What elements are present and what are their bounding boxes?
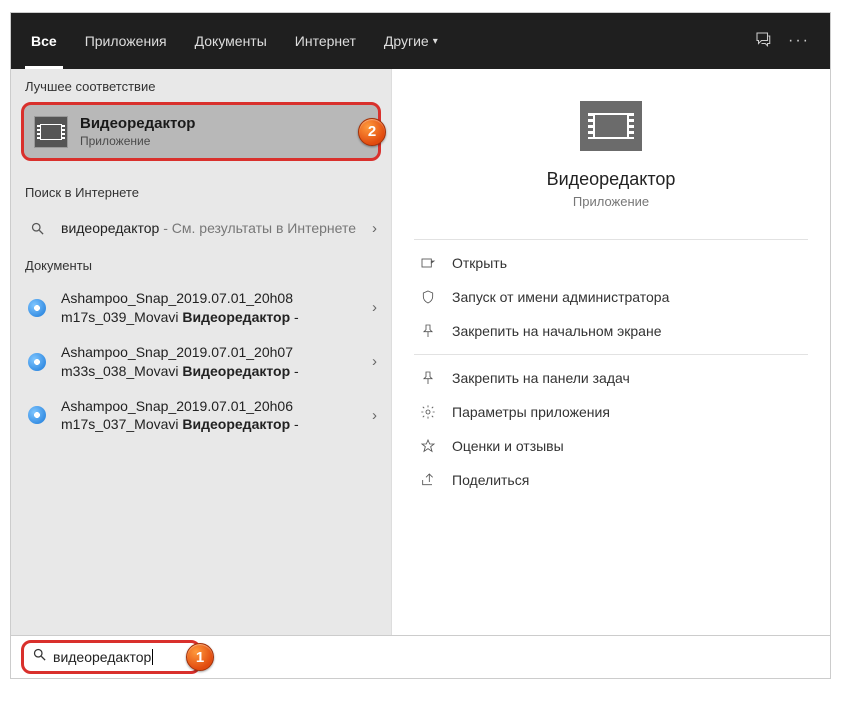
web-search-item[interactable]: видеоредактор - См. результаты в Интерне… xyxy=(11,208,391,248)
best-match-subtitle: Приложение xyxy=(80,134,195,148)
share-icon xyxy=(418,472,438,488)
text-caret xyxy=(152,649,153,665)
chevron-down-icon: ▾ xyxy=(433,36,438,47)
best-match-item[interactable]: Видеоредактор Приложение 2 xyxy=(21,102,381,161)
action-pin-start[interactable]: Закрепить на начальном экране xyxy=(392,314,830,348)
detail-subtitle: Приложение xyxy=(573,194,649,209)
chevron-right-icon[interactable]: › xyxy=(372,407,377,424)
search-query: видеоредактор xyxy=(53,649,151,665)
options-button[interactable]: ··· xyxy=(788,32,810,50)
star-icon xyxy=(418,438,438,454)
divider xyxy=(414,354,808,355)
tab-more[interactable]: Другие▾ xyxy=(370,13,452,69)
action-open[interactable]: Открыть xyxy=(392,246,830,280)
tab-documents[interactable]: Документы xyxy=(181,13,281,69)
filter-tabs-bar: Все Приложения Документы Интернет Другие… xyxy=(11,13,830,69)
annotation-badge-1: 1 xyxy=(186,643,214,671)
chevron-right-icon[interactable]: › xyxy=(372,220,377,237)
search-bar: видеоредактор 1 xyxy=(11,635,830,678)
pin-start-icon xyxy=(418,323,438,339)
film-icon xyxy=(40,124,62,140)
search-icon xyxy=(25,216,49,240)
web-suffix: - См. результаты в Интернете xyxy=(159,220,356,236)
action-rate-review[interactable]: Оценки и отзывы xyxy=(392,429,830,463)
search-panel: Все Приложения Документы Интернет Другие… xyxy=(10,12,831,679)
annotation-badge-2: 2 xyxy=(358,118,386,146)
admin-icon xyxy=(418,289,438,305)
film-icon xyxy=(593,113,629,139)
document-icon xyxy=(25,296,49,320)
web-search-header: Поиск в Интернете xyxy=(11,175,391,208)
document-icon xyxy=(25,403,49,427)
action-pin-taskbar[interactable]: Закрепить на панели задач xyxy=(392,361,830,395)
best-match-header: Лучшее соответствие xyxy=(11,69,391,102)
divider xyxy=(414,239,808,240)
document-item[interactable]: Ashampoo_Snap_2019.07.01_20h06 m17s_037_… xyxy=(11,389,391,443)
open-icon xyxy=(418,255,438,271)
action-share[interactable]: Поделиться xyxy=(392,463,830,497)
chevron-right-icon[interactable]: › xyxy=(372,299,377,316)
app-icon-large xyxy=(580,101,642,151)
action-app-settings[interactable]: Параметры приложения xyxy=(392,395,830,429)
web-query: видеоредактор xyxy=(61,220,159,236)
search-icon xyxy=(32,647,47,667)
detail-pane: Видеоредактор Приложение Открыть Запуск … xyxy=(391,69,830,635)
gear-icon xyxy=(418,404,438,420)
tab-web[interactable]: Интернет xyxy=(281,13,370,69)
feedback-icon[interactable] xyxy=(754,30,772,53)
document-item[interactable]: Ashampoo_Snap_2019.07.01_20h07 m33s_038_… xyxy=(11,335,391,389)
detail-hero: Видеоредактор Приложение xyxy=(392,69,830,233)
tab-all[interactable]: Все xyxy=(17,13,71,69)
best-match-title: Видеоредактор xyxy=(80,115,195,132)
tab-apps[interactable]: Приложения xyxy=(71,13,181,69)
pin-taskbar-icon xyxy=(418,370,438,386)
documents-header: Документы xyxy=(11,248,391,281)
results-pane: Лучшее соответствие Видеоредактор Прилож… xyxy=(11,69,391,635)
search-input[interactable]: видеоредактор 1 xyxy=(21,640,201,674)
chevron-right-icon[interactable]: › xyxy=(372,353,377,370)
document-item[interactable]: Ashampoo_Snap_2019.07.01_20h08 m17s_039_… xyxy=(11,281,391,335)
main-area: Лучшее соответствие Видеоредактор Прилож… xyxy=(11,69,830,635)
document-icon xyxy=(25,350,49,374)
action-run-admin[interactable]: Запуск от имени администратора xyxy=(392,280,830,314)
detail-title: Видеоредактор xyxy=(547,169,676,190)
app-icon xyxy=(34,116,68,148)
